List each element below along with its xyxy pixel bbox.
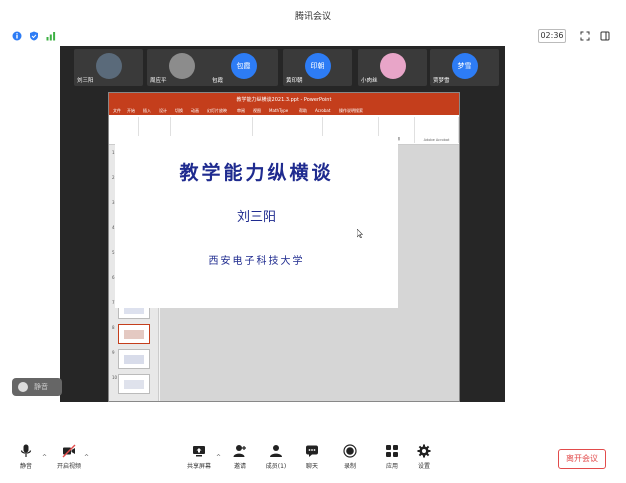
record-icon	[343, 444, 357, 458]
avatar: 梦雪	[451, 53, 478, 79]
chat-button[interactable]: 聊天	[298, 444, 326, 476]
ppt-tab[interactable]: 审阅	[237, 108, 245, 114]
chevron-up-icon[interactable]: ^	[216, 454, 221, 461]
meeting-window: 腾讯会议 02:36 刘三阳 周应平 包霞 包霞 印朝 黄印朝 小肉丝 梦雪 贾…	[0, 0, 626, 483]
signal-strength-icon	[46, 32, 56, 41]
participant-tile[interactable]: 梦雪 贾梦雪	[430, 49, 499, 86]
ribbon-group-acrobat: Adobe Acrobat	[415, 117, 459, 143]
ppt-tab[interactable]: 插入	[143, 108, 151, 114]
mouse-cursor-icon	[357, 229, 363, 238]
fullscreen-icon[interactable]	[580, 31, 590, 41]
chevron-up-icon[interactable]: ^	[42, 454, 47, 461]
ppt-tab[interactable]: 动画	[191, 108, 199, 114]
video-off-icon	[62, 444, 76, 458]
avatar: 印朝	[304, 53, 331, 79]
microphone-muted-icon	[18, 382, 28, 392]
apps-button[interactable]: 应用	[378, 444, 406, 476]
meeting-toolbar: 静音 ^ 开启视频 ^ 共享屏幕 ^ 邀请 成员(1) 聊天 录制 应用 设置	[0, 440, 626, 480]
current-slide: 教学能力纵横谈 刘三阳 西安电子科技大学	[115, 136, 398, 308]
participant-strip: 刘三阳 周应平 包霞 包霞 印朝 黄印朝 小肉丝 梦雪 贾梦雪	[60, 46, 505, 90]
participant-tile[interactable]: 包霞 包霞	[209, 49, 278, 86]
microphone-icon	[20, 444, 32, 457]
ppt-title-bar: 教学能力纵横谈2021.3.ppt - PowerPoint	[109, 93, 459, 107]
settings-button[interactable]: 设置	[410, 444, 438, 476]
participant-tile[interactable]: 周应平	[147, 49, 216, 86]
share-screen-icon	[193, 446, 205, 457]
chevron-up-icon[interactable]: ^	[84, 454, 89, 461]
ppt-tab[interactable]: 文件	[113, 108, 121, 114]
meeting-top-bar: 02:36	[0, 26, 626, 46]
ppt-tab[interactable]: Acrobat	[315, 108, 330, 113]
slide-thumbnail[interactable]: 10	[112, 374, 150, 394]
avatar	[95, 53, 122, 79]
share-screen-button[interactable]: 共享屏幕	[184, 444, 214, 476]
ppt-tab[interactable]: 切换	[175, 108, 183, 114]
start-video-button[interactable]: 开启视频	[52, 444, 86, 476]
meeting-timer: 02:36	[538, 29, 566, 43]
chat-bubble-icon	[306, 445, 318, 457]
title-bar: 腾讯会议	[0, 0, 626, 22]
slide-organization: 西安电子科技大学	[208, 256, 305, 267]
security-shield-icon[interactable]	[29, 31, 39, 41]
participant-name: 刘三阳	[77, 78, 94, 84]
members-button[interactable]: 成员(1)	[258, 444, 294, 476]
participant-name: 黄印朝	[286, 78, 303, 84]
ppt-tab[interactable]: 开始	[127, 108, 135, 114]
side-panel-icon[interactable]	[600, 31, 610, 41]
ppt-file-title: 教学能力纵横谈2021.3.ppt - PowerPoint	[236, 97, 332, 103]
mute-toast-label: 静音	[34, 383, 48, 391]
slide-thumbnail-selected[interactable]: 8	[112, 324, 150, 344]
apps-grid-icon	[386, 445, 398, 457]
participant-name: 小肉丝	[361, 78, 378, 84]
participant-tile[interactable]: 印朝 黄印朝	[283, 49, 352, 86]
leave-meeting-button[interactable]: 离开会议	[558, 449, 606, 469]
avatar	[168, 53, 195, 79]
info-icon[interactable]	[12, 31, 22, 41]
shared-screen-area: 刘三阳 周应平 包霞 包霞 印朝 黄印朝 小肉丝 梦雪 贾梦雪 教学能力纵横谈2…	[60, 46, 505, 402]
ppt-tab[interactable]: MathType	[269, 108, 288, 113]
avatar: 包霞	[230, 53, 257, 79]
ppt-tab[interactable]: 帮助	[299, 108, 307, 114]
gear-icon	[417, 444, 431, 458]
slide-author: 刘三阳	[236, 210, 276, 225]
ppt-tab[interactable]: 设计	[159, 108, 167, 114]
slide-thumbnail[interactable]: 9	[112, 349, 150, 369]
record-button[interactable]: 录制	[336, 444, 364, 476]
add-person-icon	[233, 445, 246, 457]
members-icon	[270, 445, 282, 457]
ppt-tab-row: 文件 开始 插入 设计 切换 动画 幻灯片放映 审阅 视图 MathType 帮…	[109, 107, 459, 115]
avatar	[379, 53, 406, 79]
ppt-tab[interactable]: 视图	[253, 108, 261, 114]
window-title: 腾讯会议	[294, 12, 331, 22]
mute-button[interactable]: 静音	[12, 444, 40, 476]
ppt-tab[interactable]: 幻灯片放映	[207, 108, 227, 114]
participant-name: 周应平	[150, 78, 167, 84]
slide-title: 教学能力纵横谈	[179, 162, 334, 184]
participant-tile[interactable]: 刘三阳	[74, 49, 143, 86]
participant-name: 贾梦雪	[433, 78, 450, 84]
participant-name: 包霞	[212, 78, 224, 84]
participant-tile[interactable]: 小肉丝	[358, 49, 427, 86]
ppt-tab[interactable]: 操作说明搜索	[339, 108, 363, 114]
invite-button[interactable]: 邀请	[226, 444, 254, 476]
mute-all-toast[interactable]: 静音	[12, 378, 62, 396]
